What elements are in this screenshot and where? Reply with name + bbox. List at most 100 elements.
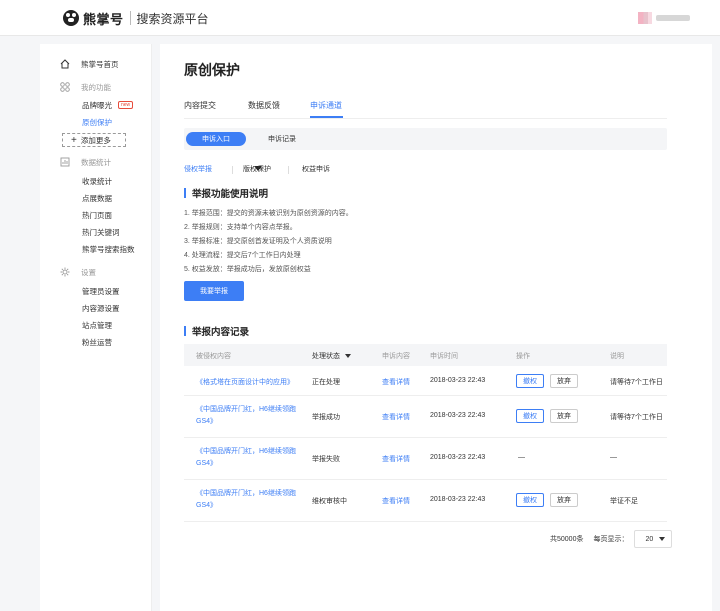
note-text: —	[610, 454, 617, 461]
subtab-copyright-protection[interactable]: 版权保护	[243, 164, 271, 174]
top-bar: 熊掌号 搜索资源平台	[0, 0, 720, 36]
tabs-divider	[184, 118, 667, 119]
status-text: 维权审核中	[312, 498, 347, 505]
logo-divider	[129, 11, 131, 25]
gear-icon	[60, 267, 70, 277]
sidebar-group-label: 设置	[81, 267, 96, 277]
home-icon	[60, 59, 70, 69]
table-row: 《中国品牌开门红，H6继续领跑GS4》 举报失败 查看详情 2018-03-23…	[184, 438, 667, 480]
logo-text: 熊掌号	[83, 11, 124, 27]
subtab-infringement-report[interactable]: 侵权举报	[184, 164, 212, 174]
table-row: 《格式塔在页面设计中的应用》 正在处理 查看详情 2018-03-23 22:4…	[184, 366, 667, 396]
sidebar-item-original-protection[interactable]: 原创保护	[82, 115, 112, 129]
instructions-title: 举报功能使用说明	[184, 186, 268, 200]
infringed-content-link[interactable]: 《中国品牌开门红，H6继续领跑GS4》	[196, 446, 306, 470]
view-details-link[interactable]: 查看详情	[382, 496, 410, 506]
column-header: 申诉时间	[430, 353, 458, 360]
segment-appeal-entry[interactable]: 申诉入口	[186, 132, 246, 146]
status-text: 举报成功	[312, 414, 340, 421]
segment-control: 申诉入口 申诉记录	[184, 128, 667, 150]
add-more-button[interactable]: + 添加更多	[62, 133, 126, 147]
sidebar-item-label: 原创保护	[82, 117, 112, 127]
appeal-time: 2018-03-23 22:43	[430, 454, 486, 461]
sidebar-item-label: 热门页面	[82, 210, 112, 220]
instruction-item: 1. 举报范围：提交的资源未被识别为原创资源的内容。	[184, 210, 353, 217]
sidebar-item-brand-exposure[interactable]: 品牌曝光 new	[82, 98, 134, 112]
chart-icon	[60, 157, 70, 167]
withdraw-button[interactable]: 撤权	[516, 409, 544, 423]
new-badge: new	[118, 101, 134, 109]
sidebar-item-home[interactable]: 熊掌号首页	[60, 57, 119, 71]
table-row: 《中国品牌开门红，H6继续领跑GS4》 维权审核中 查看详情 2018-03-2…	[184, 480, 667, 522]
total-count: 共50000条	[550, 536, 584, 543]
paw-logo-icon	[63, 10, 79, 26]
tab-content-submit[interactable]: 内容提交	[184, 100, 216, 111]
user-menu[interactable]	[638, 12, 690, 24]
sidebar-item-click-data[interactable]: 点展数据	[82, 191, 112, 205]
avatar	[638, 12, 652, 24]
subtab-rights-appeal[interactable]: 权益申诉	[302, 164, 330, 174]
column-header: 申诉内容	[382, 353, 410, 360]
infringed-content-link[interactable]: 《中国品牌开门红，H6继续领跑GS4》	[196, 404, 306, 428]
note-text: 举证不足	[610, 498, 638, 505]
page-title: 原创保护	[184, 62, 240, 78]
sidebar: 熊掌号首页 我的功能 品牌曝光 new 原创保护 + 添加更多 数据统计 收录统…	[40, 44, 152, 611]
logo[interactable]: 熊掌号 搜索资源平台	[63, 10, 209, 27]
column-header: 说明	[610, 353, 624, 360]
sidebar-item-hot-pages[interactable]: 热门页面	[82, 208, 112, 222]
sidebar-item-label: 站点管理	[82, 320, 112, 330]
per-page-select[interactable]: 20	[634, 530, 673, 548]
sidebar-item-hot-keywords[interactable]: 热门关键词	[82, 225, 120, 239]
sidebar-item-label: 粉丝运营	[82, 337, 112, 347]
segment-appeal-records[interactable]: 申诉记录	[252, 132, 312, 146]
per-page-value: 20	[645, 535, 654, 543]
column-header: 操作	[516, 353, 530, 360]
withdraw-button[interactable]: 撤权	[516, 374, 544, 388]
sidebar-item-admin-settings[interactable]: 管理员设置	[82, 284, 120, 298]
infringed-content-link[interactable]: 《格式塔在页面设计中的应用》	[196, 377, 294, 387]
view-details-link[interactable]: 查看详情	[382, 412, 410, 422]
tab-appeal-channel[interactable]: 申诉通道	[310, 100, 342, 111]
per-page-label: 每页显示：	[593, 536, 629, 543]
abandon-button[interactable]: 放弃	[550, 409, 578, 423]
sidebar-item-label: 点展数据	[82, 193, 112, 203]
sidebar-item-label: 熊掌号搜索指数	[82, 244, 135, 254]
sidebar-item-label: 收录统计	[82, 176, 112, 186]
sidebar-item-index-stats[interactable]: 收录统计	[82, 174, 112, 188]
instruction-item: 2. 举报规则：支持单个内容点举报。	[184, 224, 297, 231]
subtab-divider	[288, 166, 289, 174]
add-more-label: 添加更多	[80, 135, 111, 145]
appeal-time: 2018-03-23 22:43	[430, 496, 486, 503]
sidebar-item-label: 熊掌号首页	[81, 59, 119, 69]
instruction-item: 5. 权益发放：举报成功后，发放原创权益	[184, 266, 311, 273]
column-header: 被侵权内容	[196, 353, 231, 360]
tab-data-feedback[interactable]: 数据反馈	[248, 100, 280, 111]
main-tabs: 内容提交 数据反馈 申诉通道	[184, 100, 667, 119]
table-header: 被侵权内容 处理状态 申诉内容 申诉时间 操作 说明	[184, 344, 667, 366]
view-details-link[interactable]: 查看详情	[382, 377, 410, 387]
sidebar-item-label: 内容源设置	[82, 303, 120, 313]
status-text: 正在处理	[312, 379, 340, 386]
instruction-item: 3. 举报标准：提交原创首发证明及个人资质说明	[184, 238, 332, 245]
no-action-dash: —	[518, 454, 525, 461]
sidebar-group-label: 数据统计	[81, 157, 111, 167]
report-button[interactable]: 我要举报	[184, 281, 244, 301]
sidebar-item-fan-operations[interactable]: 粉丝运营	[82, 335, 112, 349]
sidebar-item-search-index[interactable]: 熊掌号搜索指数	[82, 242, 135, 256]
sidebar-item-site-management[interactable]: 站点管理	[82, 318, 112, 332]
instruction-item: 4. 处理流程：提交后7个工作日内处理	[184, 252, 301, 259]
appeal-time: 2018-03-23 22:43	[430, 412, 486, 419]
infringed-content-link[interactable]: 《中国品牌开门红，H6继续领跑GS4》	[196, 488, 306, 512]
appeal-time: 2018-03-23 22:43	[430, 377, 486, 384]
view-details-link[interactable]: 查看详情	[382, 454, 410, 464]
sidebar-group-features: 我的功能	[60, 80, 111, 94]
withdraw-button[interactable]: 撤权	[516, 493, 544, 507]
abandon-button[interactable]: 放弃	[550, 493, 578, 507]
column-header-status[interactable]: 处理状态	[312, 351, 351, 361]
table-row: 《中国品牌开门红，H6继续领跑GS4》 举报成功 查看详情 2018-03-23…	[184, 396, 667, 438]
note-text: 请等待7个工作日	[610, 379, 663, 386]
active-tab-indicator	[310, 116, 343, 118]
main-content: 原创保护 内容提交 数据反馈 申诉通道 申诉入口 申诉记录 侵权举报 版权保护 …	[160, 44, 712, 611]
sidebar-item-source-settings[interactable]: 内容源设置	[82, 301, 120, 315]
abandon-button[interactable]: 放弃	[550, 374, 578, 388]
